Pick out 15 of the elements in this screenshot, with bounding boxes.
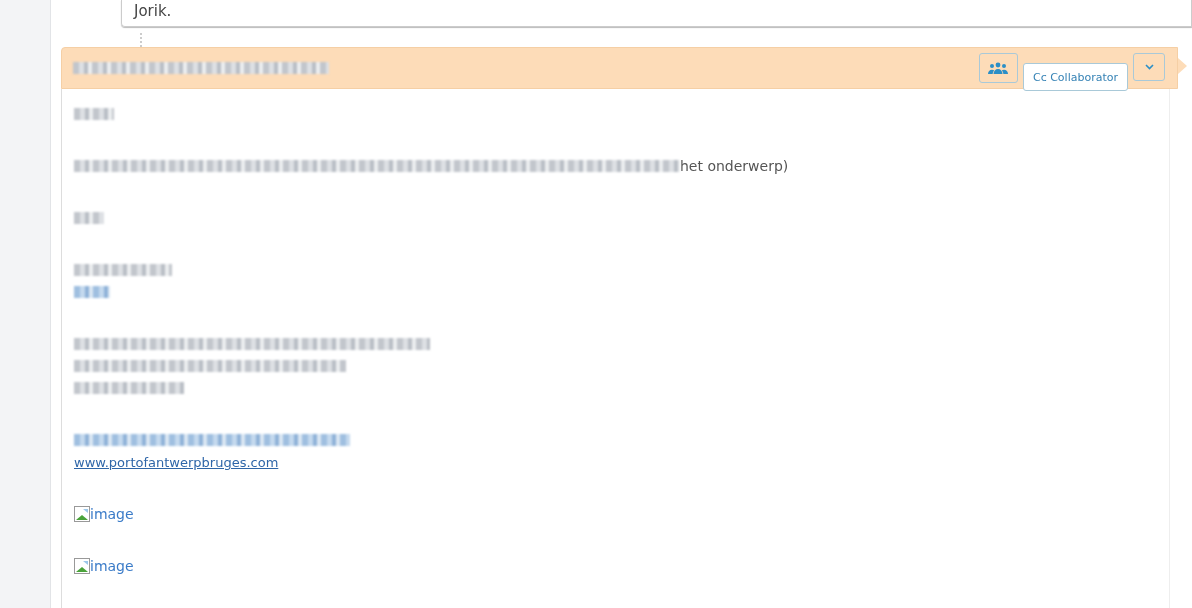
blurred-text (74, 286, 110, 298)
image-alt-text: image (90, 558, 134, 574)
broken-image-icon (74, 558, 90, 574)
blurred-text (74, 212, 104, 224)
collaborators-button[interactable] (978, 53, 1018, 83)
dropdown-button[interactable] (1133, 53, 1165, 81)
message-text: Jorik. (134, 2, 172, 20)
cc-collaborator-button[interactable]: Cc Collaborator (1022, 63, 1128, 91)
broken-image-icon (74, 506, 90, 522)
website-link[interactable]: www.portofantwerpbruges.com (74, 454, 279, 470)
blurred-text (74, 108, 114, 120)
chevron-down-icon (1144, 64, 1154, 70)
image-alt-text: image (90, 506, 134, 522)
body-text: het onderwerp) (680, 158, 789, 174)
people-icon (988, 62, 1009, 74)
